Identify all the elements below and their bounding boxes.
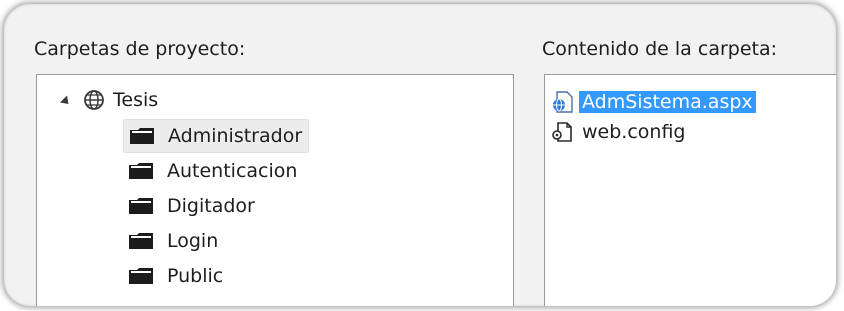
folder-icon [130,128,154,144]
tree-item-login[interactable]: Login [123,225,224,257]
project-folders-tree[interactable]: Tesis Administrador Autenticacion Digita… [36,74,514,306]
globe-icon [84,90,104,110]
folder-contents-list[interactable]: AdmSistema.aspx web.config [544,74,836,306]
aspx-file-icon [553,91,573,113]
folder-icon [129,198,153,214]
tree-item-digitador[interactable]: Digitador [123,190,261,222]
tree-root-tesis[interactable]: Tesis [59,87,159,113]
file-item-label: web.config [582,121,686,143]
tree-item-autenticacion[interactable]: Autenticacion [123,155,303,187]
folder-contents-label: Contenido de la carpeta: [542,38,778,60]
tree-item-administrador[interactable]: Administrador [123,119,310,153]
config-file-icon [552,122,572,142]
tree-item-label: Autenticacion [167,160,298,182]
tree-item-label: Public [167,265,224,287]
expand-arrow-icon[interactable] [59,94,73,108]
file-item-label: AdmSistema.aspx [579,91,756,113]
file-item-web-config[interactable]: web.config [551,119,688,145]
folder-icon [129,233,153,249]
tree-item-public[interactable]: Public [123,260,229,292]
tree-root-label: Tesis [113,89,159,111]
project-folders-label: Carpetas de proyecto: [34,38,246,60]
folder-icon [129,163,153,179]
folder-icon [129,268,153,284]
dialog-frame: Carpetas de proyecto: Contenido de la ca… [4,4,836,306]
file-item-admsistema[interactable]: AdmSistema.aspx [551,89,756,115]
tree-item-label: Administrador [168,125,303,147]
tree-item-label: Digitador [167,195,255,217]
tree-item-label: Login [167,230,219,252]
